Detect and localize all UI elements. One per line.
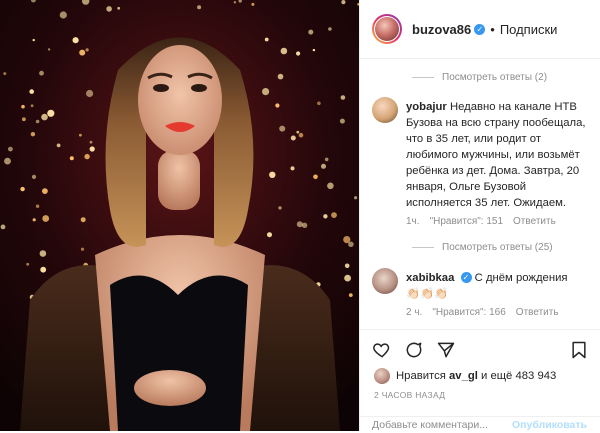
post-image [0, 0, 359, 431]
comment-likes[interactable]: "Нравится": 166 [432, 307, 505, 318]
publish-button[interactable]: Опубликовать [512, 419, 587, 431]
post-sidebar: buzova86 ✓ • Подписки Посмотреть ответы … [359, 0, 600, 431]
post-photo[interactable] [0, 0, 359, 431]
commenter-username[interactable]: yobajur [406, 101, 447, 113]
share-icon[interactable] [436, 340, 456, 360]
view-replies-button[interactable]: Посмотреть ответы (2) [412, 72, 547, 83]
heart-icon[interactable] [372, 340, 392, 360]
comment-time: 1ч. [406, 216, 420, 227]
view-replies-button[interactable]: Посмотреть ответы (25) [412, 242, 553, 253]
header-separator: • [490, 21, 495, 37]
comment-text: xabibkaa ✓ С днём рождения 👏🏻👏🏻👏🏻 [406, 272, 568, 300]
verified-badge-icon: ✓ [474, 23, 486, 35]
author-username[interactable]: buzova86 [412, 22, 471, 37]
comment-meta: 1ч. "Нравится": 151 Ответить [406, 216, 556, 227]
post-time-ago: 2 ЧАСОВ НАЗАД [374, 390, 446, 400]
add-comment-bar: Добавьте комментари... Опубликовать [360, 416, 600, 433]
verified-badge-icon: ✓ [460, 272, 472, 283]
reply-button[interactable]: Ответить [513, 216, 556, 227]
reply-button[interactable]: Ответить [516, 307, 559, 318]
bookmark-icon[interactable] [569, 340, 589, 360]
comment-icon[interactable] [404, 340, 424, 360]
clap-emoji-icon: 👏🏻👏🏻👏🏻 [406, 288, 449, 300]
commenter-avatar[interactable] [372, 268, 398, 294]
post-actions: Нравится av_gl и ещё 483 943 2 ЧАСОВ НАЗ… [360, 329, 600, 432]
author-avatar[interactable] [372, 14, 402, 44]
following-button[interactable]: Подписки [500, 22, 558, 37]
post-header: buzova86 ✓ • Подписки [360, 0, 600, 59]
comment-likes[interactable]: "Нравится": 151 [430, 216, 503, 227]
liker-avatar [374, 368, 390, 384]
comment-text: yobajur Недавно на канале НТВ Бузова на … [406, 101, 586, 209]
comment-meta: 2 ч. "Нравится": 166 Ответить [406, 307, 559, 318]
comment-time: 2 ч. [406, 307, 423, 318]
liker-username: av_gl [449, 370, 478, 382]
commenter-username[interactable]: xabibkaa [406, 272, 454, 284]
comments-list: Посмотреть ответы (2) yobajur Недавно на… [360, 59, 600, 329]
likes-summary[interactable]: Нравится av_gl и ещё 483 943 [374, 368, 556, 384]
commenter-avatar[interactable] [372, 97, 398, 123]
add-comment-input[interactable]: Добавьте комментари... [372, 419, 488, 431]
